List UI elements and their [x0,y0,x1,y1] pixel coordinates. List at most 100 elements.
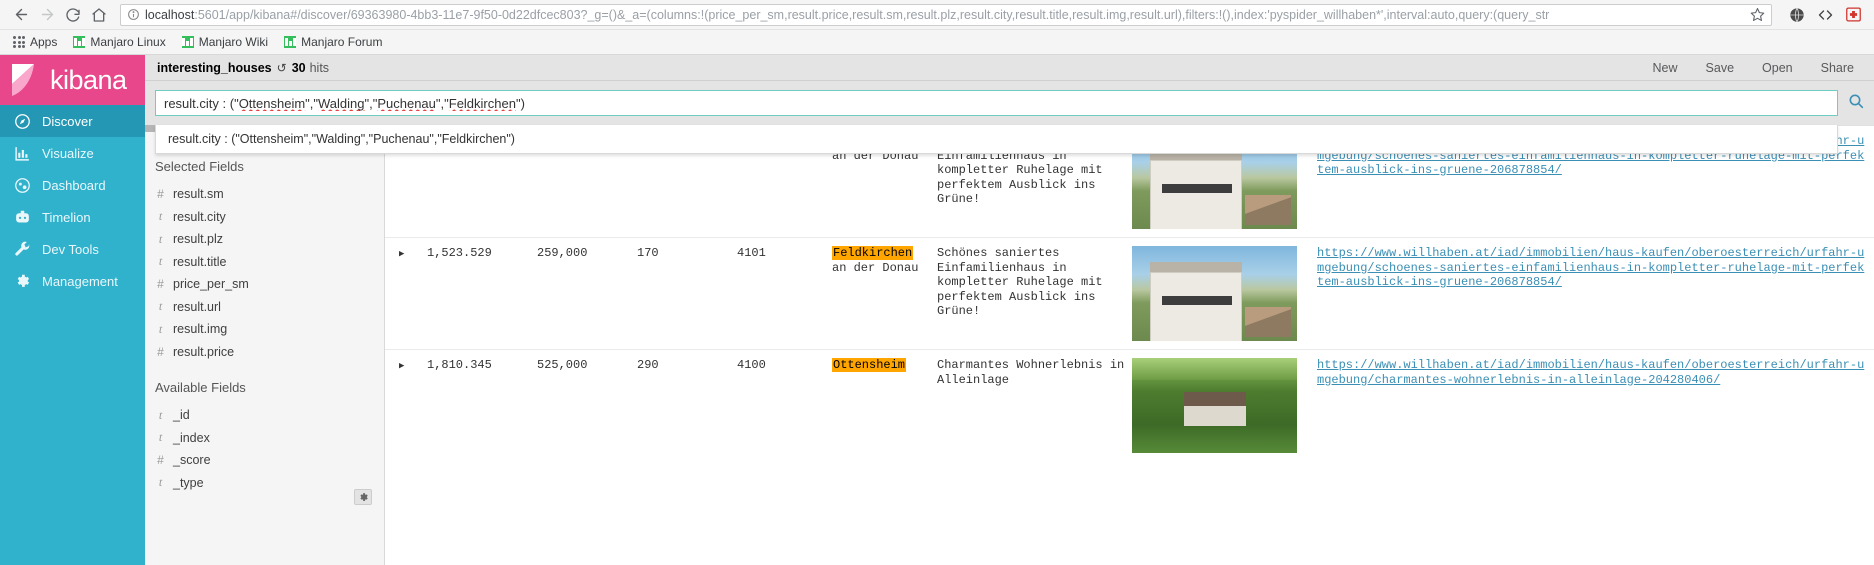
selected-fields-heading: Selected Fields [155,159,244,174]
sidebar-item-dashboard[interactable]: Dashboard [0,169,145,201]
field-item-result-plz[interactable]: t result.plz [155,228,384,251]
redcross-extension-icon[interactable] [1840,2,1866,28]
bookmark-manjaro-linux[interactable]: Manjaro Linux [66,33,172,51]
field-type-icon: t [158,231,163,246]
query-suggestion-item[interactable]: result.city : ("Ottensheim","Walding","P… [155,125,1838,154]
field-item-result-sm[interactable]: # result.sm [155,183,384,206]
field-settings-gear-icon[interactable] [354,489,372,505]
query-seg: Walding [318,95,365,111]
cell-city: Ottensheim [832,349,937,461]
cell-price: 525,000 [537,349,637,461]
site-info-icon[interactable] [127,8,140,21]
open-button[interactable]: Open [1748,61,1807,75]
field-item-score[interactable]: # _score [155,449,384,472]
forward-button[interactable] [34,2,60,28]
field-type-icon: t [158,430,163,445]
field-item-result-img[interactable]: t result.img [155,318,384,341]
kibana-app: kibana Discover Visualize Dashboard Time… [0,55,1874,565]
sidebar-item-timelion[interactable]: Timelion [0,201,145,233]
field-name: _id [173,408,190,423]
query-seg: Feldkirchen [448,95,516,111]
chevron-right-icon: ▶ [399,249,405,259]
compass-icon [13,112,31,130]
reload-button[interactable] [60,2,86,28]
field-item-type[interactable]: t _type [155,472,384,495]
sidebar-item-discover[interactable]: Discover [0,105,145,137]
hits-count: 30 [291,60,306,75]
bookmark-star-icon[interactable] [1750,7,1765,22]
wrench-icon [13,240,31,258]
search-input[interactable]: result.city : ("Ottensheim","Walding","P… [155,90,1838,116]
back-button[interactable] [8,2,34,28]
expand-row-button[interactable]: ▶ [385,237,427,350]
new-button[interactable]: New [1639,61,1692,75]
field-type-icon: t [158,475,163,490]
query-bar: result.city : ("Ottensheim","Walding","P… [145,81,1874,154]
home-button[interactable] [86,2,112,28]
dashboard-icon [13,176,31,194]
kibana-main: interesting_houses ↺ 30 hits New Save Op… [145,55,1874,565]
city-rest: an der Donau [832,260,919,275]
bookmark-manjaro-forum[interactable]: Manjaro Forum [277,33,389,51]
cell-price: 259,000 [537,237,637,350]
save-button[interactable]: Save [1692,61,1749,75]
house-thumbnail [1132,358,1297,453]
field-item-price-per-sm[interactable]: # price_per_sm [155,273,384,296]
manjaro-favicon [284,36,297,48]
field-type-icon: t [158,254,163,269]
discover-topbar: interesting_houses ↺ 30 hits New Save Op… [145,55,1874,81]
sidebar-item-dev-tools[interactable]: Dev Tools [0,233,145,265]
sidebar-item-label: Visualize [42,145,94,161]
browser-nav-bar: localhost:5601/app/kibana#/discover/6936… [0,0,1874,30]
cell-price-per-sm: 1,523.529 [427,237,537,350]
bookmark-manjaro-wiki[interactable]: Manjaro Wiki [175,33,275,51]
sidebar-item-management[interactable]: Management [0,265,145,297]
table-row[interactable]: ▶ 1,810.345 525,000 290 4100 Ottensheim … [385,349,1874,461]
search-icon [1848,93,1864,114]
cell-title: Schönes saniertes Einfamilienhaus in kom… [937,237,1132,350]
kibana-sidebar: kibana Discover Visualize Dashboard Time… [0,55,145,565]
query-seg: ") [515,95,525,111]
kibana-logo-text: kibana [50,64,127,95]
cell-plz: 4100 [737,349,832,461]
bookmark-apps[interactable]: Apps [6,33,64,51]
cell-url: https://www.willhaben.at/iad/immobilien/… [1317,237,1874,350]
cell-image [1132,349,1317,461]
url-host: localhost [145,7,195,22]
table-row[interactable]: ▶ 1,523.529 259,000 170 4101 Feldkirchen… [385,237,1874,350]
hits-label: hits [309,60,330,75]
query-seg: "," [435,95,449,111]
field-item-index[interactable]: t _index [155,427,384,450]
manjaro-favicon [73,36,86,48]
manjaro-favicon [181,36,194,48]
refresh-icon[interactable]: ↺ [277,61,287,75]
listing-link[interactable]: https://www.willhaben.at/iad/immobilien/… [1317,246,1864,289]
share-button[interactable]: Share [1807,61,1868,75]
field-name: result.price [173,344,235,359]
timelion-icon [13,208,31,226]
cell-city: Feldkirchen an der Donau [832,237,937,350]
field-item-result-url[interactable]: t result.url [155,296,384,319]
field-item-result-title[interactable]: t result.title [155,251,384,274]
code-extension-icon[interactable] [1812,2,1838,28]
field-name: _type [173,475,204,490]
listing-link[interactable]: https://www.willhaben.at/iad/immobilien/… [1317,358,1864,387]
field-item-result-price[interactable]: # result.price [155,341,384,364]
field-item-id[interactable]: t _id [155,404,384,427]
search-submit-button[interactable] [1838,81,1874,125]
kibana-logo[interactable]: kibana [0,55,145,105]
query-seg: "," [305,95,319,111]
query-seg: "," [364,95,378,111]
discover-top-nav: New Save Open Share [1639,61,1868,75]
expand-row-button[interactable]: ▶ [385,349,427,461]
field-item-result-city[interactable]: t result.city [155,206,384,229]
address-bar[interactable]: localhost:5601/app/kibana#/discover/6936… [120,3,1772,26]
sidebar-item-label: Timelion [42,209,91,225]
sidebar-item-visualize[interactable]: Visualize [0,137,145,169]
field-type-icon: t [158,299,163,314]
browser-chrome: localhost:5601/app/kibana#/discover/6936… [0,0,1874,55]
documents-table-wrapper: ▶ 1,523.529 259,000 170 4101 Feldkirchen… [385,125,1874,565]
globe-extension-icon[interactable] [1784,2,1810,28]
field-name: result.img [173,322,228,337]
cell-title: Charmantes Wohnerlebnis in Alleinlage [937,349,1132,461]
